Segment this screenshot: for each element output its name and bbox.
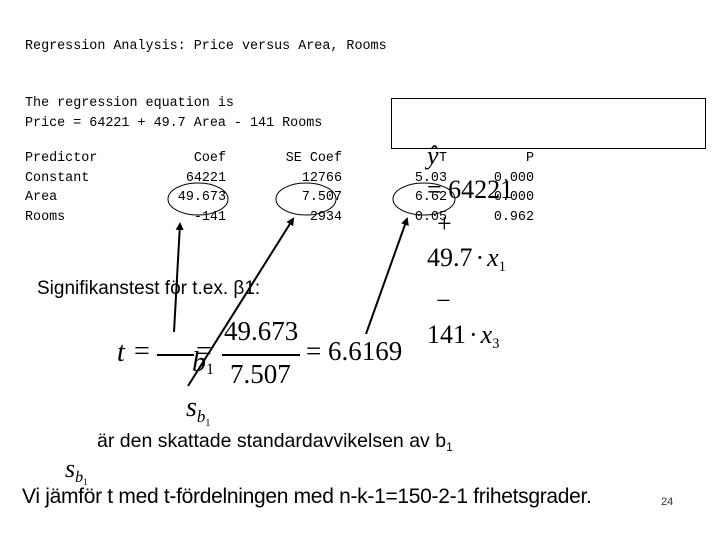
row-rooms-coef: -141 <box>193 209 226 225</box>
x3-subscript: 3 <box>492 336 500 352</box>
x3-symbol: x <box>480 320 493 349</box>
row-rooms-se: 2934 <box>309 209 342 225</box>
sb1-b: b <box>75 469 84 486</box>
row-area-p: 0.000 <box>493 190 534 205</box>
eq-coef-area: 49.7 <box>427 243 473 272</box>
numerator-value: 49.673 <box>224 316 299 346</box>
fraction-line-symbolic <box>157 354 194 356</box>
significance-heading: Signifikanstest för t.ex. β1: <box>37 278 261 299</box>
row-rooms-t: 0.05 <box>414 209 447 225</box>
fraction-line-numeric <box>222 354 300 356</box>
row-rooms-p: 0.962 <box>493 209 534 225</box>
output-title: Regression Analysis: Price versus Area, … <box>25 39 387 54</box>
row-constant-predictor: Constant <box>25 170 90 186</box>
dot-operator: · <box>475 243 485 272</box>
sb1-symbol: sb1 <box>52 424 88 487</box>
eq-coef-rooms: 141 <box>427 320 466 349</box>
t-result: = 6.6169 <box>306 336 403 366</box>
header-p: P <box>525 151 534 166</box>
row-constant-coef: 64221 <box>185 170 226 186</box>
denominator-value: 7.507 <box>230 359 291 389</box>
header-coef: Coef <box>193 151 226 166</box>
slide-number: 24 <box>661 496 674 508</box>
header-t: T <box>438 151 447 166</box>
sb1-s: s <box>65 454 76 483</box>
header-se-coef: SE Coef <box>285 151 342 166</box>
t-symbol: t <box>117 337 125 368</box>
row-area-t: 6.62 <box>414 190 447 205</box>
minus-sign: − <box>436 286 451 315</box>
sb1-explanation-text: är den skattade standardavvikelsen av b1 <box>97 430 453 454</box>
x1-symbol: x <box>487 243 499 272</box>
header-predictor: Predictor <box>25 151 98 166</box>
row-constant-se: 12766 <box>301 170 342 186</box>
sb1-text-sub: 1 <box>446 440 453 454</box>
coefficient-table: Predictor Coef SE Coef T P Constant 6422… <box>25 151 545 231</box>
row-constant-t: 5.03 <box>414 170 447 186</box>
s-sub-sub: 1 <box>205 418 211 429</box>
conclusion-text: Vi jämför t med t-fördelningen med n-k-1… <box>22 485 592 508</box>
row-area-coef: 49.673 <box>177 190 226 205</box>
dot-operator: · <box>469 320 478 349</box>
s-symbol: s <box>186 392 197 423</box>
row-area-se: 7.507 <box>301 190 342 205</box>
row-area-predictor: Area <box>25 190 58 205</box>
equals-2: = <box>196 336 212 367</box>
row-constant-p: 0.000 <box>493 170 534 186</box>
equation-box: ŷ = 64221 + 49.7 · x1 − 141 · x3 <box>391 98 706 352</box>
t-equals: = <box>134 336 150 367</box>
annotation-overlay <box>167 182 456 387</box>
row-rooms-predictor: Rooms <box>25 209 66 225</box>
equation-intro: The regression equation is <box>25 96 234 111</box>
sb1-text: är den skattade standardavvikelsen av b <box>97 430 447 452</box>
equation-text: Price = 64221 + 49.7 Area - 141 Rooms <box>25 116 323 131</box>
x1-subscript: 1 <box>498 259 506 275</box>
